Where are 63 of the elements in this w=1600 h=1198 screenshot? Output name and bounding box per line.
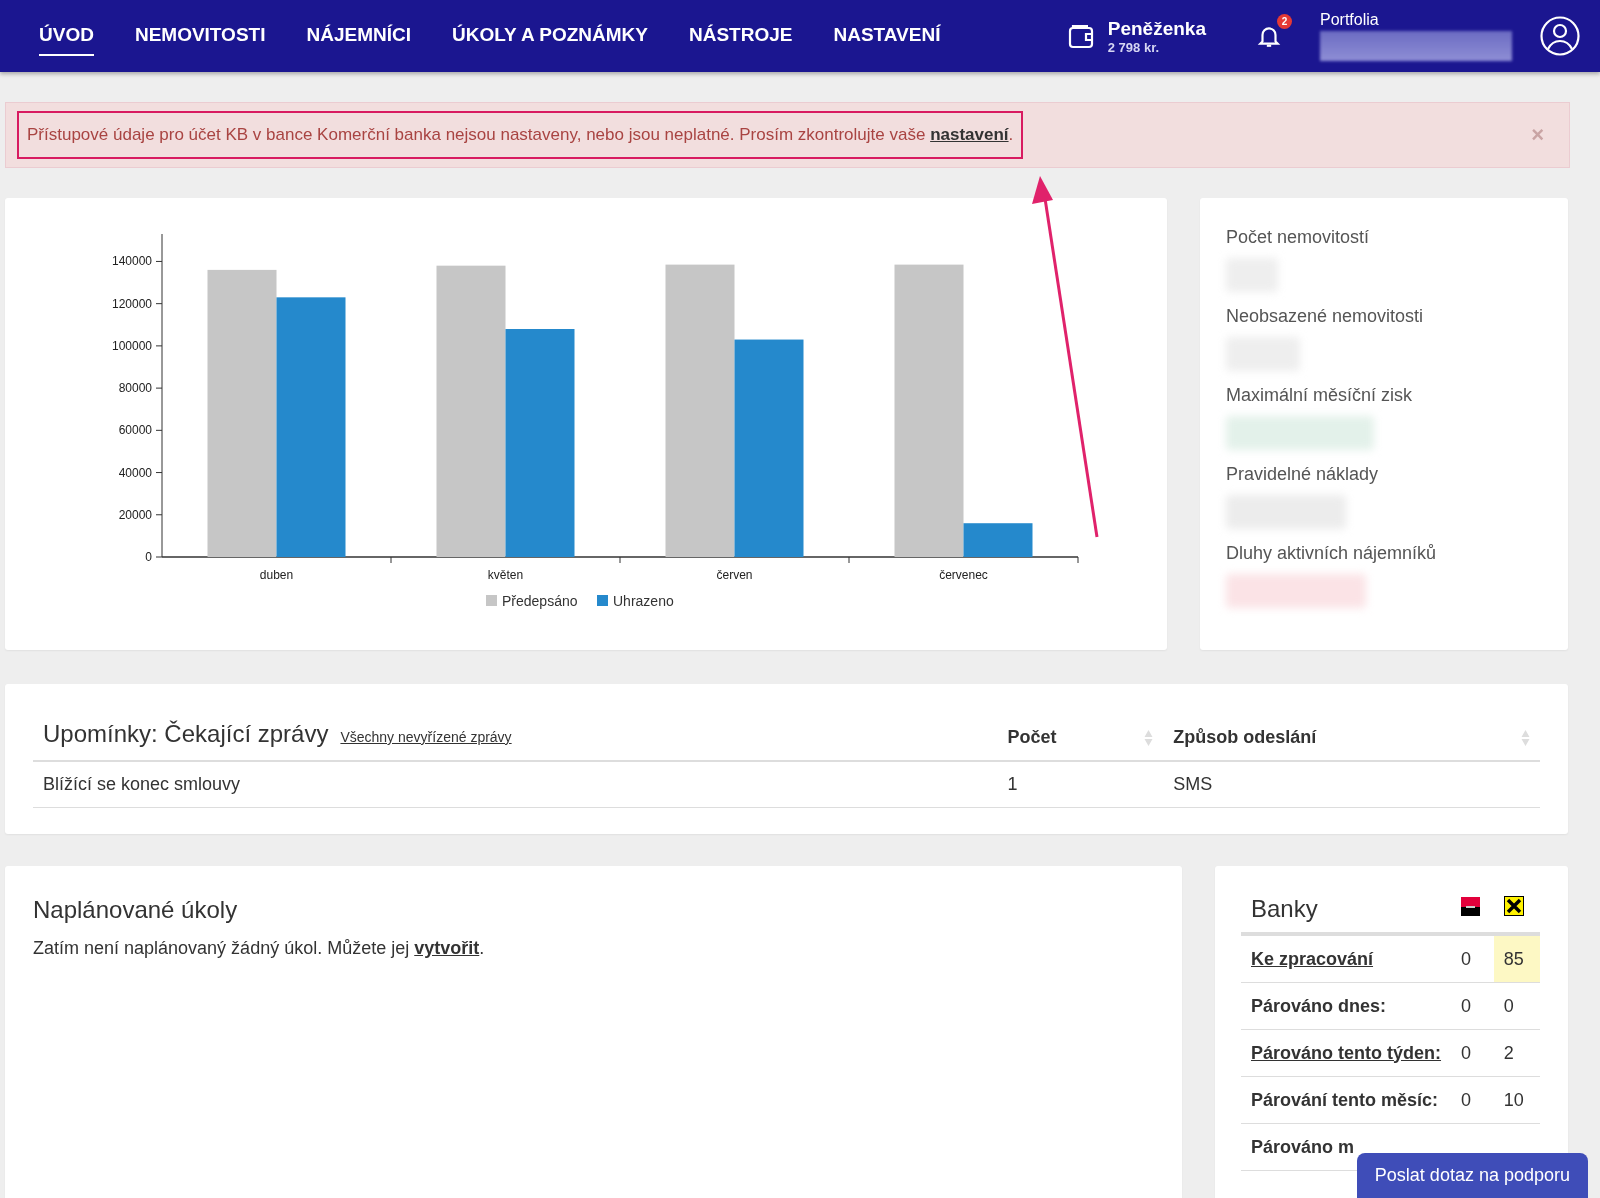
category-label: duben bbox=[259, 568, 294, 582]
stat-label: Neobsazené nemovitosti bbox=[1226, 306, 1425, 327]
table-cell: 0 bbox=[1461, 1089, 1472, 1110]
table-cell: 2 bbox=[1503, 1042, 1514, 1063]
tick-label: 120000 bbox=[111, 296, 152, 311]
nav-tab[interactable]: NÁSTROJE bbox=[689, 16, 793, 56]
table-cell: 0 bbox=[1461, 995, 1472, 1016]
tick-label: 40000 bbox=[118, 465, 152, 480]
table-cell: 0 bbox=[1461, 948, 1472, 969]
nav-tab[interactable]: ÚVOD bbox=[39, 16, 94, 56]
stat-label: Maximální měsíční zisk bbox=[1226, 385, 1414, 406]
stat-label: Pravidelné náklady bbox=[1226, 464, 1380, 485]
empty-message: Zatím není naplánovaný žádný úkol. Můžete jej vytvořit. bbox=[33, 938, 486, 959]
nav-tab[interactable]: NEMOVITOSTI bbox=[134, 16, 266, 56]
category-label: květen bbox=[487, 568, 524, 582]
bank-stat-link[interactable]: Párováno tento týden: bbox=[1251, 1042, 1442, 1063]
sort-icon[interactable] bbox=[1144, 728, 1154, 747]
column-header[interactable]: Počet bbox=[1007, 727, 1057, 748]
stat-label: Počet nemovitostí bbox=[1226, 227, 1371, 248]
support-button[interactable]: Poslat dotaz na podporu bbox=[1356, 1153, 1588, 1198]
table-cell: 1 bbox=[1007, 774, 1018, 794]
bank-logo-icon bbox=[1503, 896, 1524, 916]
table-cell: Blížící se konec smlouvy bbox=[43, 774, 241, 794]
bank-stat-label: Párováno m bbox=[1251, 1136, 1355, 1157]
tick-label: 100000 bbox=[111, 338, 152, 353]
portfolio-select[interactable] bbox=[1320, 31, 1512, 61]
tick-label: 20000 bbox=[118, 507, 152, 522]
settings-link[interactable]: nastavení bbox=[930, 125, 1009, 144]
tick-label: 60000 bbox=[118, 423, 152, 438]
legend-label: Uhrazeno bbox=[613, 593, 674, 609]
wallet-title[interactable]: Peněženka bbox=[1107, 17, 1206, 40]
bank-stat-label: Párování tento měsíc: bbox=[1251, 1089, 1439, 1110]
tick-label: 80000 bbox=[118, 381, 152, 396]
section-title: Naplánované úkoly bbox=[33, 896, 239, 924]
user-avatar-icon[interactable] bbox=[1540, 16, 1580, 56]
all-messages-link[interactable]: Všechny nevyřízené zprávy bbox=[340, 729, 512, 745]
nav-tab[interactable]: ÚKOLY A POZNÁMKY bbox=[452, 16, 648, 56]
table-cell: 0 bbox=[1461, 1042, 1472, 1063]
bank-stat-link[interactable]: Ke zpracování bbox=[1251, 948, 1374, 969]
table-cell: 10 bbox=[1503, 1089, 1524, 1110]
nav-tab[interactable]: NASTAVENÍ bbox=[833, 16, 941, 56]
stat-label: Dluhy aktivních nájemníků bbox=[1226, 543, 1438, 564]
bank-stat-label: Párováno dnes: bbox=[1251, 995, 1387, 1016]
column-header[interactable]: Způsob odeslání bbox=[1173, 727, 1317, 748]
table-cell: 85 bbox=[1503, 948, 1524, 969]
portfolio-label: Portfolia bbox=[1320, 11, 1380, 29]
alert-message: Přístupové údaje pro účet KB v bance Komerční banka nejsou nastaveny, nebo jsou neplatné. Prosím zkontrolujte vaše nastavení. bbox=[17, 111, 1024, 159]
nav-tab[interactable]: NÁJEMNÍCI bbox=[306, 16, 411, 56]
legend-label: Předepsáno bbox=[502, 593, 578, 609]
table-cell: 0 bbox=[1503, 995, 1514, 1016]
sort-icon[interactable] bbox=[1521, 728, 1530, 747]
wallet-icon bbox=[1067, 23, 1094, 49]
table-cell: SMS bbox=[1173, 774, 1213, 794]
tick-label: 0 bbox=[145, 550, 152, 564]
notification-count: 2 bbox=[1277, 14, 1292, 29]
wallet-amount: 2 798 kr. bbox=[1107, 39, 1161, 55]
tick-label: 140000 bbox=[111, 254, 152, 269]
section-title: Banky bbox=[1251, 895, 1318, 922]
bank-logo-icon bbox=[1461, 897, 1481, 916]
category-label: červenec bbox=[939, 568, 988, 582]
category-label: červen bbox=[716, 568, 753, 582]
section-title: Upomínky: Čekající zprávy bbox=[43, 720, 329, 747]
create-link[interactable]: vytvořit bbox=[414, 938, 480, 958]
